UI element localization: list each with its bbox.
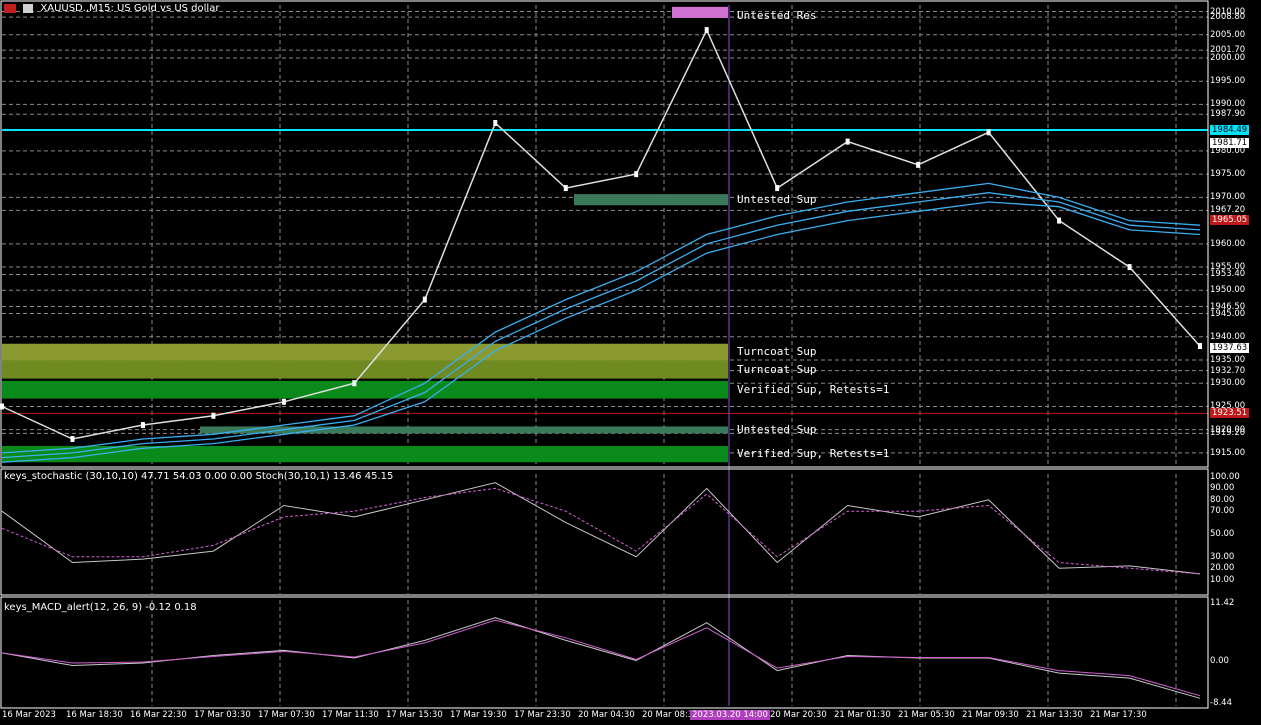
price-tick-label: 1967.20	[1210, 205, 1246, 216]
price-tick-label: 1970.00	[1210, 192, 1246, 203]
macd-tick-label: 0.00	[1210, 655, 1229, 666]
price-tick-label: 2008.80	[1210, 12, 1246, 23]
stochastic-tick-label: 90.00	[1210, 483, 1235, 494]
sr-zone	[2, 343, 728, 361]
price-tick-label: 1950.00	[1210, 285, 1246, 296]
time-tick-label: 17 Mar 11:30	[322, 710, 379, 720]
time-tick-label: 17 Mar 23:30	[514, 710, 571, 720]
price-point	[1127, 264, 1132, 271]
zone-label: Untested Sup	[737, 192, 817, 206]
zone-label: Untested Sup	[737, 422, 817, 436]
time-tick-label: 16 Mar 18:30	[66, 710, 123, 720]
chart-canvas	[0, 0, 1261, 725]
price-point	[775, 185, 780, 192]
zone-label: Verified Sup, Retests=1	[737, 447, 890, 461]
flag-icon	[4, 3, 16, 13]
sr-zone	[2, 380, 728, 399]
time-tick-label: 21 Mar 09:30	[962, 710, 1019, 720]
time-tick-label: 17 Mar 07:30	[258, 710, 315, 720]
price-point	[211, 412, 216, 419]
price-tick-label: 1940.00	[1210, 331, 1246, 342]
time-tick-label: 17 Mar 03:30	[194, 710, 251, 720]
macd-title: keys_MACD_alert(12, 26, 9) -0.12 0.18	[4, 602, 197, 613]
price-tick-label: 1945.00	[1210, 308, 1246, 319]
price-tick-label: 2005.00	[1210, 29, 1246, 40]
stochastic-title: keys_stochastic (30,10,10) 47.71 54.03 0…	[4, 471, 394, 482]
price-point	[281, 398, 286, 405]
flag-icon	[23, 3, 34, 13]
price-tick-label: 1930.00	[1210, 378, 1246, 389]
zone-label: Untested Res	[737, 9, 817, 23]
price-point	[845, 138, 850, 145]
stochastic-tick-label: 70.00	[1210, 506, 1235, 517]
time-tick-label: 20 Mar 20:30	[770, 710, 827, 720]
time-tick-label: 17 Mar 19:30	[450, 710, 507, 720]
time-tick-label: 17 Mar 15:30	[386, 710, 443, 720]
time-tick-label: 21 Mar 13:30	[1026, 710, 1083, 720]
stochastic-tick-label: 50.00	[1210, 529, 1235, 539]
stochastic-tick-label: 20.00	[1210, 563, 1235, 574]
price-tag: 1937.63	[1210, 342, 1250, 353]
zone-label: Turncoat Sup	[737, 345, 817, 359]
price-point	[704, 27, 709, 34]
price-tick-label: 2000.00	[1210, 52, 1246, 63]
price-tick-label: 1960.00	[1210, 238, 1246, 249]
stochastic-tick-label: 100.00	[1210, 472, 1240, 482]
price-tick-label: 1953.40	[1210, 269, 1246, 280]
price-tag: 1923.51	[1210, 408, 1250, 419]
chart-symbol-header: XAUUSD.,M15: US Gold vs US dollar	[4, 3, 219, 14]
price-point	[986, 129, 991, 136]
price-point	[70, 435, 75, 442]
price-tick-label: 1919.20	[1210, 428, 1246, 439]
sr-zone	[672, 6, 728, 19]
stochastic-tick-label: 30.00	[1210, 551, 1235, 562]
zone-label: Turncoat Sup	[737, 362, 817, 376]
price-point	[140, 422, 145, 429]
time-tick-label: 16 Mar 2023	[2, 710, 56, 720]
price-tag: 1984.49	[1210, 125, 1250, 136]
time-tick-label: 21 Mar 05:30	[898, 710, 955, 720]
zone-label: Verified Sup, Retests=1	[737, 382, 890, 396]
price-point	[916, 161, 921, 168]
price-point	[563, 185, 568, 192]
time-tick-label: 16 Mar 22:30	[130, 710, 187, 720]
price-tag: 1965.05	[1210, 215, 1250, 226]
price-point	[422, 296, 427, 303]
price-tick-label: 1935.00	[1210, 354, 1246, 365]
symbol-title: XAUUSD.,M15: US Gold vs US dollar	[40, 3, 220, 14]
time-tick-label: 20 Mar 04:30	[578, 710, 635, 720]
price-tick-label: 1975.00	[1210, 169, 1246, 180]
stochastic-tick-label: 80.00	[1210, 494, 1235, 505]
price-point	[493, 120, 498, 127]
price-tick-label: 1987.90	[1210, 109, 1246, 120]
price-point	[1198, 343, 1202, 350]
price-point	[634, 171, 639, 178]
stochastic-tick-label: 10.00	[1210, 574, 1235, 585]
price-tick-label: 1990.00	[1210, 99, 1246, 110]
price-tick-label: 1932.70	[1210, 365, 1246, 376]
price-point	[1057, 217, 1062, 224]
price-tick-label: 1915.00	[1210, 447, 1246, 458]
cursor-time-tag: 2023.03.20 14:00	[690, 710, 770, 720]
macd-tick-label: -8.44	[1210, 698, 1232, 708]
time-tick-label: 21 Mar 01:30	[834, 710, 891, 720]
price-point	[352, 380, 357, 387]
price-tag: 1981.71	[1210, 137, 1250, 148]
price-tick-label: 1995.00	[1210, 76, 1246, 87]
macd-tick-label: 11.42	[1210, 598, 1235, 608]
sr-zone	[574, 194, 728, 206]
time-tick-label: 21 Mar 17:30	[1090, 710, 1147, 720]
